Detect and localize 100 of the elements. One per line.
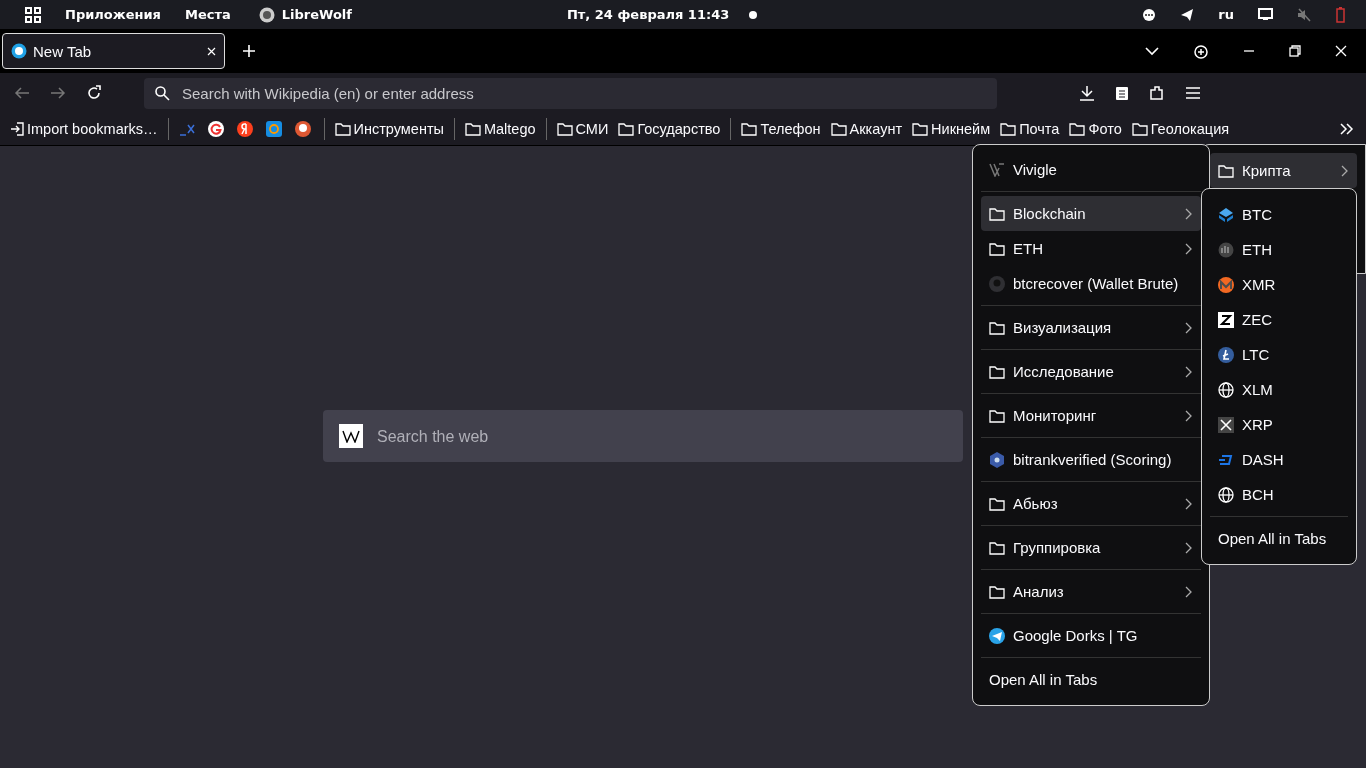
chevron-right-icon: [1185, 242, 1193, 255]
dot-icon: [749, 10, 758, 19]
date-time[interactable]: Пт, 24 февраля 11:43: [566, 7, 730, 22]
site-logo-icon: [989, 162, 1005, 177]
folder-icon: [464, 122, 481, 136]
folder-icon: [989, 241, 1005, 256]
browser-logo-icon: [11, 43, 27, 59]
chevron-down-icon[interactable]: [1145, 46, 1159, 56]
menu-item[interactable]: XMR: [1210, 267, 1348, 302]
places-menu[interactable]: Места: [184, 7, 231, 22]
menu-item[interactable]: Анализ: [981, 574, 1201, 609]
notepad-icon[interactable]: [1115, 85, 1129, 101]
alarm-clock-icon[interactable]: [1193, 43, 1209, 59]
new-tab-icon[interactable]: [242, 44, 256, 58]
web-search-bar[interactable]: Search the web: [323, 410, 963, 462]
z-logo-icon: [1218, 311, 1234, 328]
folder-icon: [1000, 122, 1017, 136]
applications-menu[interactable]: Приложения: [65, 7, 161, 22]
d-logo-icon: [1218, 453, 1234, 466]
bookmark-folder[interactable]: Почта: [1000, 121, 1060, 137]
folder-icon: [334, 122, 351, 136]
bookmark-folder[interactable]: Геолокация: [1131, 121, 1230, 137]
app-name[interactable]: LibreWolf: [281, 7, 352, 22]
hexagon-icon: [989, 451, 1005, 468]
menu-item[interactable]: Крипта: [1210, 153, 1357, 188]
folder-icon: [1218, 163, 1234, 178]
close-icon[interactable]: [207, 46, 216, 56]
menu-item[interactable]: Группировка: [981, 530, 1201, 565]
menu-item[interactable]: Google Dorks | TG: [981, 618, 1201, 653]
menu-item[interactable]: ETH: [981, 231, 1201, 266]
chevron-right-icon: [1185, 585, 1193, 598]
battery-icon[interactable]: [1336, 6, 1346, 23]
menu-item[interactable]: ZEC: [1210, 302, 1348, 337]
menu-item[interactable]: DASH: [1210, 442, 1348, 477]
bookmark-favicon-icon[interactable]: [294, 121, 311, 137]
folder-icon: [989, 320, 1005, 335]
folder-icon: [912, 122, 929, 136]
bookmark-folder[interactable]: Государство: [618, 121, 721, 137]
keyboard-layout[interactable]: ru: [1218, 7, 1234, 22]
double-chevron-icon[interactable]: [1340, 123, 1354, 135]
menu-item[interactable]: BCH: [1210, 477, 1348, 512]
muted-speaker-icon[interactable]: [1297, 7, 1312, 22]
chevron-right-icon: [1185, 207, 1193, 220]
forward-arrow-icon[interactable]: [50, 86, 66, 100]
menu-item[interactable]: XLM: [1210, 372, 1348, 407]
menu-item[interactable]: XRP: [1210, 407, 1348, 442]
chevron-right-icon: [1185, 497, 1193, 510]
folder-icon: [989, 408, 1005, 423]
menu-item[interactable]: btcrecover (Wallet Brute): [981, 266, 1201, 301]
folder-icon: [830, 122, 847, 136]
bookmark-folder[interactable]: Телефон: [741, 121, 821, 137]
menu-item[interactable]: Open All in Tabs: [981, 662, 1201, 697]
web-search-input[interactable]: Search the web: [375, 426, 947, 446]
paper-plane-icon[interactable]: [1180, 7, 1195, 22]
folder-icon: [989, 206, 1005, 221]
x-logo-icon: [1218, 416, 1234, 433]
bookmark-favicon-icon[interactable]: [236, 121, 253, 137]
reload-icon[interactable]: [86, 85, 102, 101]
menu-item[interactable]: Мониторинг: [981, 398, 1201, 433]
menu-item[interactable]: bitrankverified (Scoring): [981, 442, 1201, 477]
restore-icon[interactable]: [1289, 45, 1301, 57]
chevron-right-icon: [1185, 365, 1193, 378]
paper-plane-icon: [989, 627, 1005, 644]
folder-icon: [1131, 122, 1148, 136]
folder-icon: [556, 122, 573, 136]
puzzle-piece-icon[interactable]: [1149, 85, 1165, 101]
search-icon: [154, 85, 170, 101]
bookmark-folder[interactable]: Фото: [1069, 121, 1122, 137]
browser-tab[interactable]: New Tab: [2, 33, 225, 69]
menu-item[interactable]: LTC: [1210, 337, 1348, 372]
app-grid-icon[interactable]: [25, 6, 41, 23]
cube-logo-icon: [1218, 206, 1234, 223]
m-logo-icon: [1218, 276, 1234, 293]
import-bookmarks-button[interactable]: Import bookmarks…: [10, 121, 158, 137]
back-arrow-icon[interactable]: [14, 86, 30, 100]
bookmark-folder[interactable]: Аккаунт: [830, 121, 903, 137]
menu-item[interactable]: ETH: [1210, 232, 1348, 267]
menu-item[interactable]: Open All in Tabs: [1210, 521, 1348, 556]
menu-item[interactable]: Исследование: [981, 354, 1201, 389]
close-icon[interactable]: [1335, 45, 1347, 57]
bars-logo-icon: [1218, 241, 1234, 258]
menu-item[interactable]: Визуализация: [981, 310, 1201, 345]
download-icon[interactable]: [1079, 85, 1095, 101]
chevron-right-icon: [1185, 541, 1193, 554]
bookmark-folder[interactable]: Никнейм: [912, 121, 991, 137]
bookmark-favicon-icon[interactable]: [207, 121, 224, 137]
folder-icon: [741, 122, 758, 136]
bookmark-folder[interactable]: СМИ: [556, 121, 609, 137]
bookmark-folder[interactable]: Maltego: [464, 121, 536, 137]
menu-item[interactable]: Абьюз: [981, 486, 1201, 521]
chat-bubble-icon[interactable]: [1142, 7, 1157, 22]
menu-item[interactable]: BTC: [1210, 197, 1348, 232]
bookmark-folder[interactable]: Инструменты: [334, 121, 444, 137]
address-bar[interactable]: Search with Wikipedia (en) or enter address: [144, 77, 997, 109]
menu-icon[interactable]: [1185, 86, 1201, 100]
menu-item[interactable]: Blockchain: [981, 196, 1201, 231]
folder-icon: [989, 364, 1005, 379]
chevron-right-icon: [1341, 164, 1349, 177]
menu-item[interactable]: Vivigle: [981, 152, 1201, 187]
bookmark-favicon-icon[interactable]: [265, 121, 282, 137]
